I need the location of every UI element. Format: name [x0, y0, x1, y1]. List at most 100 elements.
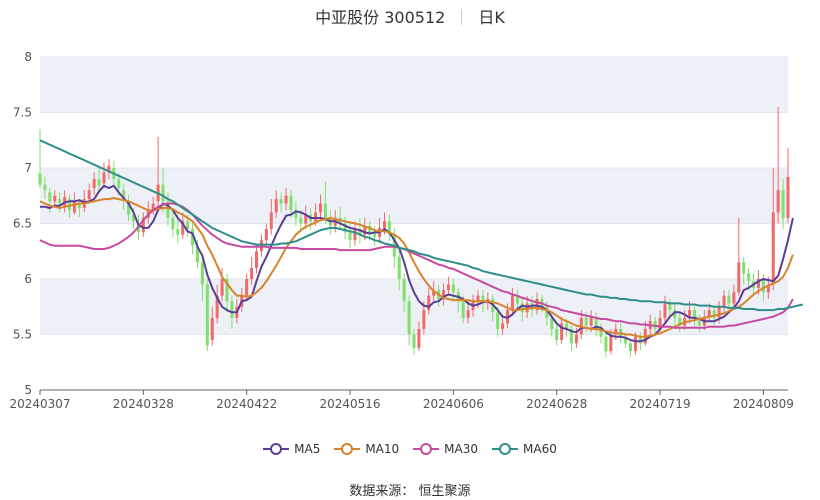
y-tick-label: 6 [24, 272, 32, 286]
candle-body [771, 212, 775, 285]
candle-body [102, 172, 106, 184]
y-axis: 5 5.5 6 6.5 7 7.5 8 [13, 50, 32, 397]
candle-body [604, 336, 608, 352]
candle-body [781, 190, 785, 218]
legend-item-ma5[interactable]: MA5 [263, 442, 320, 456]
candle-body [589, 317, 593, 326]
candle-body [496, 312, 500, 329]
candle-body [427, 295, 431, 311]
x-axis: 20240307 20240328 20240422 20240516 20240606… [9, 389, 794, 411]
candle-body [407, 301, 411, 335]
candle-body [264, 229, 268, 241]
candle-body [210, 317, 214, 341]
candle-body [205, 284, 209, 346]
candle-body [245, 279, 249, 296]
candle-body [584, 317, 588, 326]
candle-body [250, 267, 254, 279]
candle-body [510, 295, 514, 311]
grid-band [40, 168, 788, 224]
candle-body [461, 301, 465, 318]
x-tick-label: 20240516 [319, 397, 380, 411]
candle-body [663, 303, 667, 318]
candle-body [255, 251, 259, 268]
candle-body [451, 284, 455, 293]
candle-body [786, 176, 790, 218]
candle-body [259, 240, 263, 252]
candle-body [397, 256, 401, 279]
candle-body [230, 301, 234, 318]
x-tick-label: 20240328 [113, 397, 174, 411]
candle-body [284, 195, 288, 204]
candle-body [72, 201, 76, 213]
candle-body [747, 273, 751, 282]
candlestick-chart: 55.566.577.58 20240307 20240328 20240422 20… [9, 50, 804, 411]
candle-body [176, 229, 180, 235]
candle-body [53, 195, 57, 202]
candle-body [48, 192, 52, 202]
x-tick-label: 20240809 [733, 397, 794, 411]
candle-body [171, 217, 175, 230]
legend-item-ma60[interactable]: MA60 [492, 442, 557, 456]
x-tick-label: 20240719 [630, 397, 691, 411]
candle-body [289, 195, 293, 211]
candle-body [761, 279, 765, 293]
y-tick-label: 5 [24, 383, 32, 397]
candle-body [417, 328, 421, 348]
candle-body [668, 303, 672, 311]
candle-body [412, 334, 416, 348]
legend-item-ma30[interactable]: MA30 [413, 442, 478, 456]
candle-body [574, 334, 578, 344]
legend-marker-icon [492, 442, 519, 456]
candle-body [200, 262, 204, 285]
candle-body [629, 343, 633, 352]
candle-body [323, 203, 327, 218]
candle-body [402, 279, 406, 302]
y-tick-label: 7.5 [13, 106, 32, 120]
y-tick-label: 5.5 [13, 328, 32, 342]
x-tick-label: 20240307 [9, 397, 70, 411]
candle-body [732, 292, 736, 304]
data-source: 数据来源： 恒生聚源 [349, 484, 471, 499]
y-tick-label: 8 [24, 50, 32, 64]
candle-body [43, 184, 47, 191]
candle-body [117, 179, 121, 188]
candle-body [97, 179, 101, 186]
legend-label: MA5 [294, 442, 321, 456]
x-tick-label: 20240628 [526, 397, 587, 411]
candle-body [269, 212, 273, 230]
candle-body [633, 336, 637, 352]
candle-body [727, 295, 731, 304]
candle-body [742, 262, 746, 274]
candle-body [717, 306, 721, 318]
candle-body [58, 199, 62, 204]
candle-body [422, 310, 426, 329]
candle-body [314, 212, 318, 222]
legend-marker-icon [413, 442, 440, 456]
candle-body [318, 203, 323, 213]
x-tick-label: 20240606 [423, 397, 484, 411]
candle-body [348, 232, 352, 241]
y-tick-label: 6.5 [13, 217, 32, 231]
legend-item-ma10[interactable]: MA10 [334, 442, 399, 456]
legend-marker-icon [334, 442, 361, 456]
candle-body [274, 199, 278, 213]
candle-body [737, 262, 741, 293]
candle-body [92, 179, 96, 188]
candle-body [722, 295, 726, 307]
chart-container: 中亚股份 300512 日K 5 5.5 6 6.5 7 7.5 8 20240307 2024… [0, 0, 820, 500]
legend: MA5 MA10 MA30 MA60 [0, 442, 820, 459]
candle-body [299, 217, 303, 224]
candle-body [220, 279, 224, 296]
candle-body [87, 190, 91, 200]
legend-marker-icon [263, 442, 290, 456]
candle-body [776, 190, 780, 213]
grid-band [40, 57, 788, 113]
legend-label: MA60 [523, 442, 557, 456]
candle-body [161, 184, 165, 202]
x-tick-label: 20240422 [216, 397, 277, 411]
candle-body [466, 310, 470, 318]
candle-body [501, 323, 505, 329]
candle-body [697, 321, 701, 326]
legend-label: MA10 [365, 442, 400, 456]
candle-body [609, 334, 613, 352]
